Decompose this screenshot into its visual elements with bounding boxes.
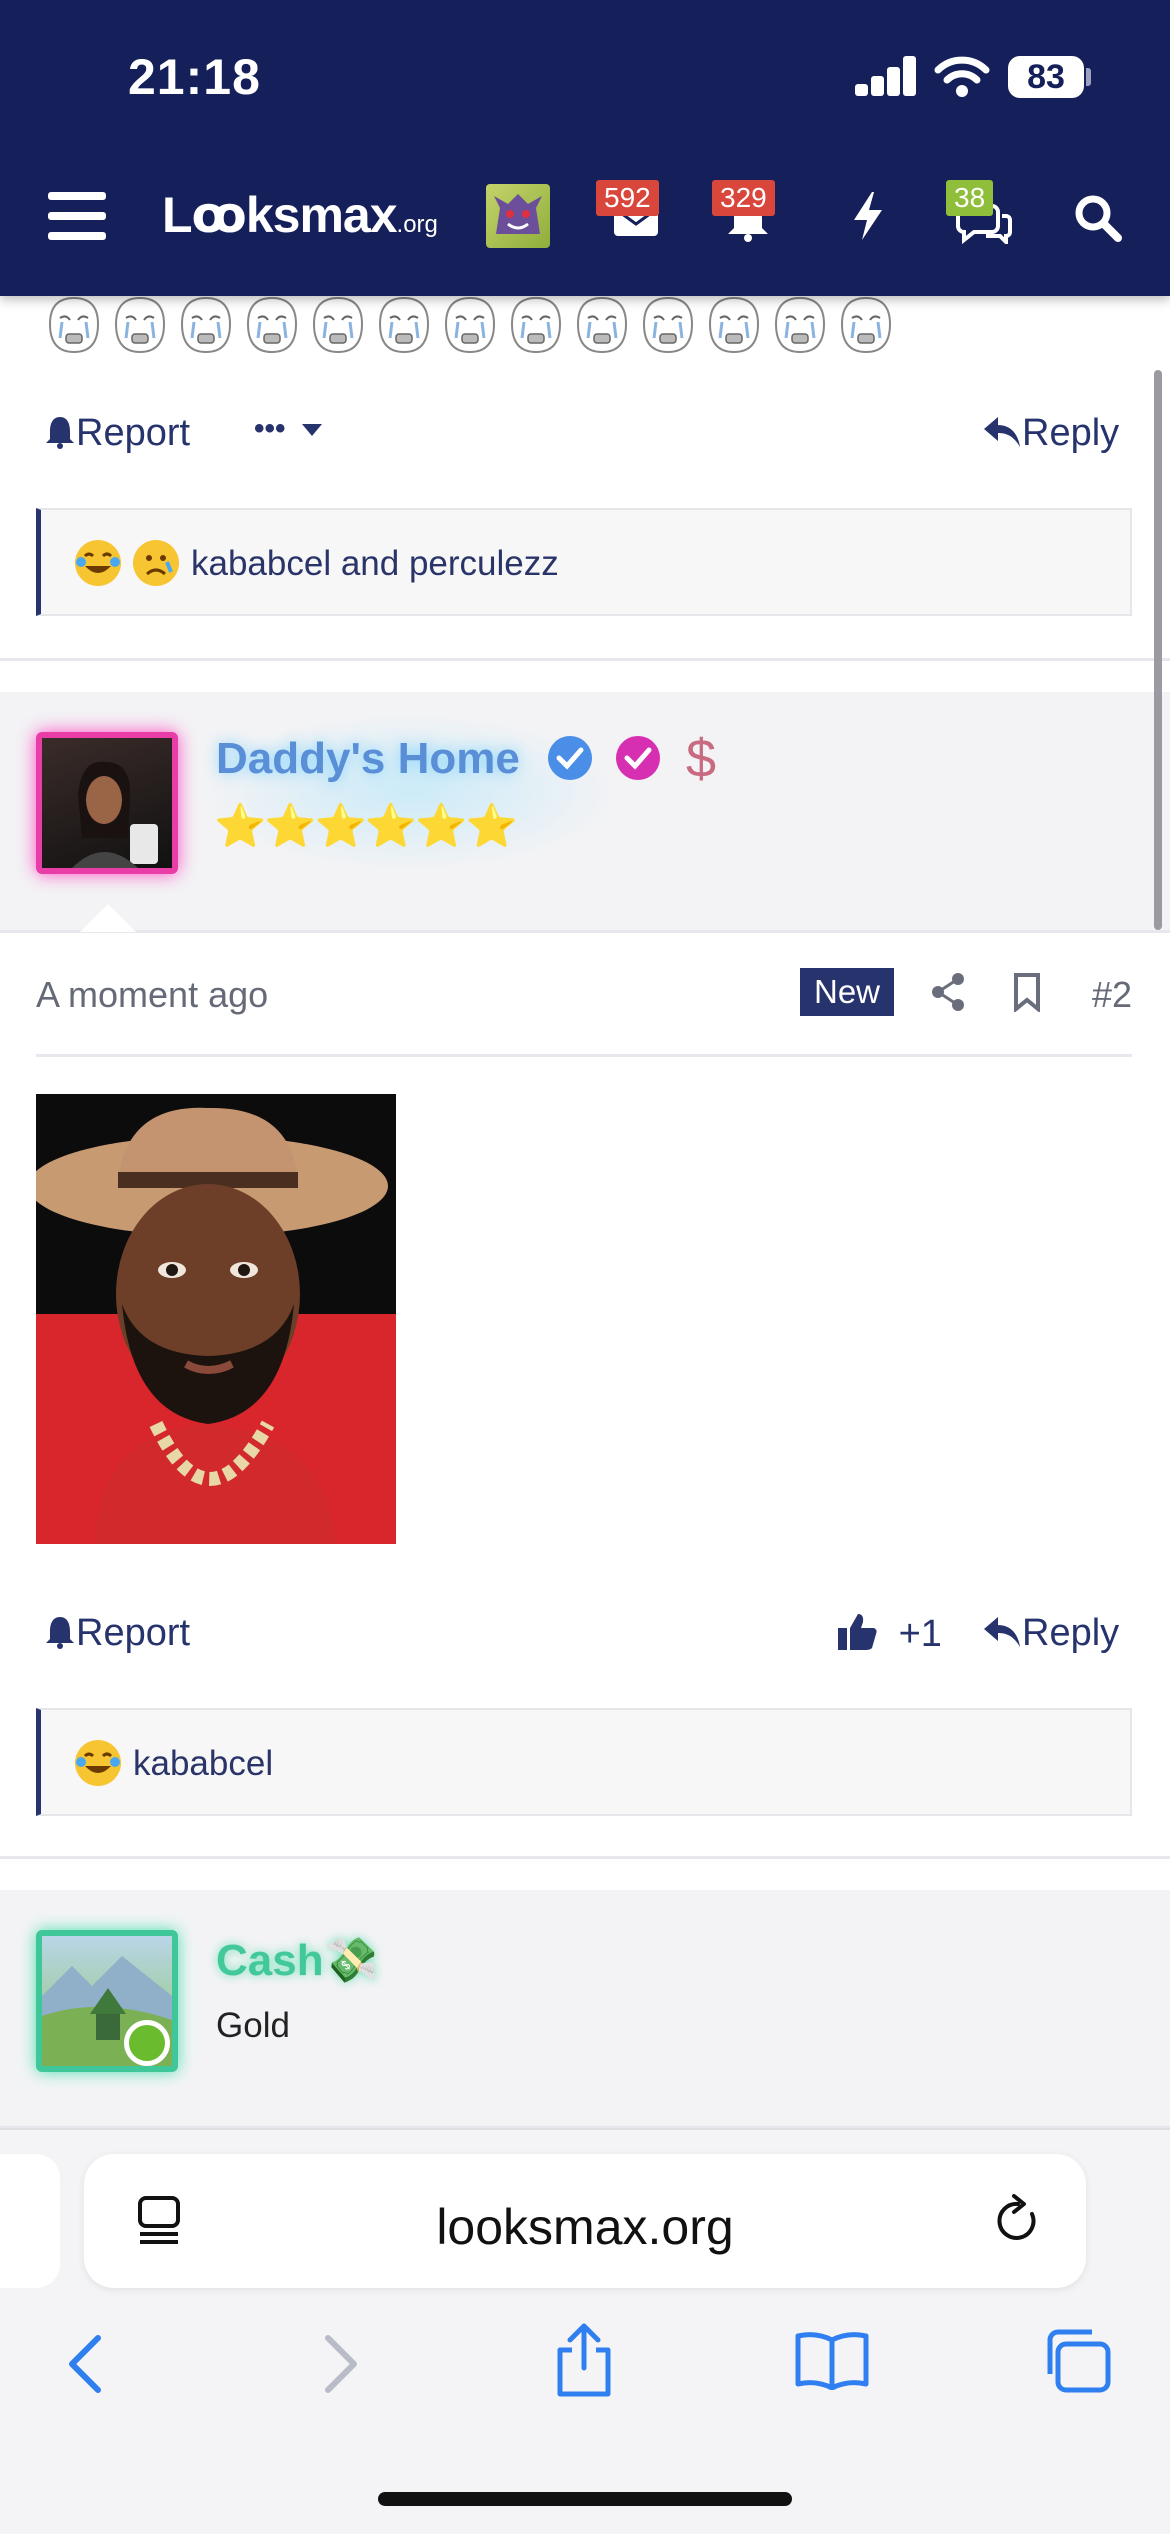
crying-emoji-row [44,294,904,356]
back-icon[interactable] [66,2334,106,2394]
reply-button[interactable]: Reply [982,412,1119,455]
laughing-crying-emoji [75,540,121,586]
new-badge: New [800,968,895,1016]
share-icon[interactable] [930,972,966,1012]
divider [0,658,1170,661]
user-info-band: Cash💸 Gold [0,1890,1170,2130]
chats-badge: 38 [946,180,994,216]
money-wings-icon: 💸 [323,1936,379,1985]
more-label: ••• [254,412,286,445]
crying-face-icon [180,296,232,354]
reload-icon[interactable] [992,2192,1042,2248]
top-bar: 21:18 83 Lꝏksmax.org 592 329 38 [0,0,1170,296]
inbox-badge: 592 [596,180,659,216]
avatar-photo [72,761,158,868]
signal-icon [855,56,917,96]
user-avatar[interactable] [36,732,178,874]
battery-indicator: 83 [1008,56,1084,98]
online-indicator [124,2020,170,2066]
more-options-button[interactable]: ••• [254,412,324,446]
crying-face-icon [444,296,496,354]
post-number[interactable]: #2 [1092,974,1132,1016]
bell-icon [46,417,74,449]
wojak-faces [48,296,892,354]
reactions-text[interactable]: kababcel [133,1744,273,1784]
reactions-bar[interactable]: kababcel [36,1708,1132,1816]
crying-face-icon [378,296,430,354]
site-logo[interactable]: Lꝏksmax.org [162,186,438,244]
crying-face-icon [246,296,298,354]
like-count: +1 [898,1613,942,1655]
divider [0,1856,1170,1859]
username[interactable]: Cash💸 [216,1934,378,1986]
user-rank: Gold [216,2006,290,2045]
laughing-crying-emoji [75,1740,121,1786]
crying-face-icon [114,296,166,354]
dollar-icon: $ [686,729,717,789]
report-button[interactable]: Report [44,412,190,455]
crying-face-icon [840,296,892,354]
gengar-icon [494,194,542,234]
report-button[interactable]: Report [44,1612,190,1655]
header-avatar[interactable] [486,184,550,248]
star-rating: ⭐⭐⭐⭐⭐⭐ [214,802,518,849]
verified-badge-icon [548,736,592,780]
reply-icon [984,417,1020,447]
pointer-notch [80,904,136,932]
reply-button[interactable]: Reply [982,1612,1119,1655]
meta-divider [36,1054,1132,1057]
share-icon[interactable] [552,2322,616,2398]
status-time: 21:18 [128,49,261,105]
alerts-badge: 329 [712,180,775,216]
report-label: Report [76,412,191,454]
username[interactable]: Daddy's Home [216,734,520,784]
premium-badge-icon [616,736,660,780]
like-button[interactable]: +1 [836,1612,942,1656]
post-timestamp[interactable]: A moment ago [36,974,268,1016]
sad-emoji [133,540,179,586]
crying-face-icon [708,296,760,354]
logo-text: Lꝏksmax [162,187,398,243]
bell-icon [46,1617,74,1649]
forward-icon[interactable] [320,2334,360,2394]
reactions-text[interactable]: kababcel and perculezz [191,544,559,584]
crying-face-icon [774,296,826,354]
man-in-hat-photo [36,1094,396,1544]
lightning-icon[interactable] [850,190,886,242]
crying-face-icon [312,296,364,354]
reactions-bar[interactable]: kababcel and perculezz [36,508,1132,616]
caret-down-icon [301,424,322,436]
crying-face-icon [510,296,562,354]
search-icon[interactable] [1074,194,1122,242]
reply-label: Reply [1022,1612,1120,1654]
user-info-band: Daddy's Home $ ⭐⭐⭐⭐⭐⭐ [0,692,1170,932]
wifi-icon [934,56,990,97]
report-label: Report [76,1612,191,1654]
menu-icon[interactable] [48,190,106,244]
battery-tip [1086,68,1091,86]
username-text: Cash [216,1936,324,1985]
divider [0,930,1170,933]
crying-face-icon [642,296,694,354]
crying-face-icon [576,296,628,354]
scrollbar[interactable] [1154,370,1162,930]
thumbs-up-icon [838,1614,877,1650]
reply-icon [984,1617,1020,1647]
bookmark-icon[interactable] [1012,972,1042,1012]
reply-label: Reply [1022,412,1120,454]
home-indicator [378,2492,792,2506]
crying-face-icon [48,296,100,354]
logo-suffix: .org [396,211,438,238]
post-image[interactable] [36,1094,396,1544]
tabs-icon[interactable] [1042,2328,1112,2394]
bookmarks-icon[interactable] [794,2330,870,2390]
